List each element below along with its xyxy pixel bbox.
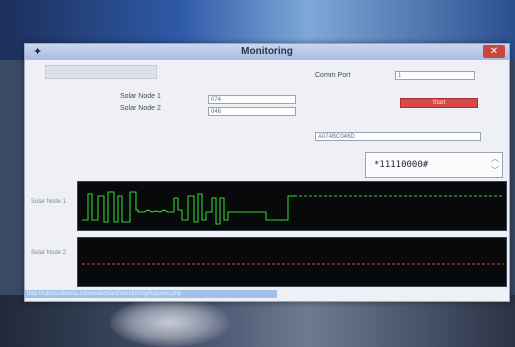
status-link[interactable]: http://iotcloudiotera.com/solarplant/mon…	[25, 290, 277, 298]
solar-node-1-trace	[82, 191, 294, 225]
combined-readout-field[interactable]: A074BC046D	[315, 132, 481, 141]
solar-node-2-label: Solar Node 2	[120, 105, 161, 112]
plot-2-label: Solar Node 2	[31, 250, 67, 256]
wallpaper-artwork	[110, 298, 230, 347]
chevron-down-icon[interactable]: ﹀	[491, 167, 499, 175]
solar-node-1-plot	[77, 181, 507, 231]
title-bar[interactable]: ✦ Monitoring ✕	[25, 44, 509, 60]
desktop-wallpaper-bottom	[0, 295, 515, 347]
command-spinbox[interactable]: *11110000# ︿ ﹀	[365, 152, 503, 178]
command-value: *11110000#	[374, 160, 429, 170]
solar-node-1-field[interactable]: 074	[208, 95, 296, 104]
solar-node-2-trace-svg	[82, 263, 504, 265]
comm-port-input[interactable]: 1	[395, 71, 475, 80]
window-title: Monitoring	[241, 46, 293, 57]
start-button[interactable]: Start	[400, 98, 478, 108]
close-button[interactable]: ✕	[483, 45, 505, 58]
solar-node-2-field[interactable]: 046	[208, 107, 296, 116]
plot-1-label: Solar Node 1	[31, 199, 67, 205]
solar-node-1-trace-svg	[82, 191, 504, 225]
blank-status-field	[45, 65, 157, 79]
monitoring-window: ✦ Monitoring ✕ Comm Port 1 Solar Node 1 …	[24, 43, 510, 302]
solar-node-2-plot	[77, 237, 507, 287]
comm-port-label: Comm Port	[315, 72, 351, 79]
solar-node-1-label: Solar Node 1	[120, 93, 161, 100]
close-icon: ✕	[489, 46, 499, 57]
chevron-up-icon[interactable]: ︿	[491, 155, 499, 163]
